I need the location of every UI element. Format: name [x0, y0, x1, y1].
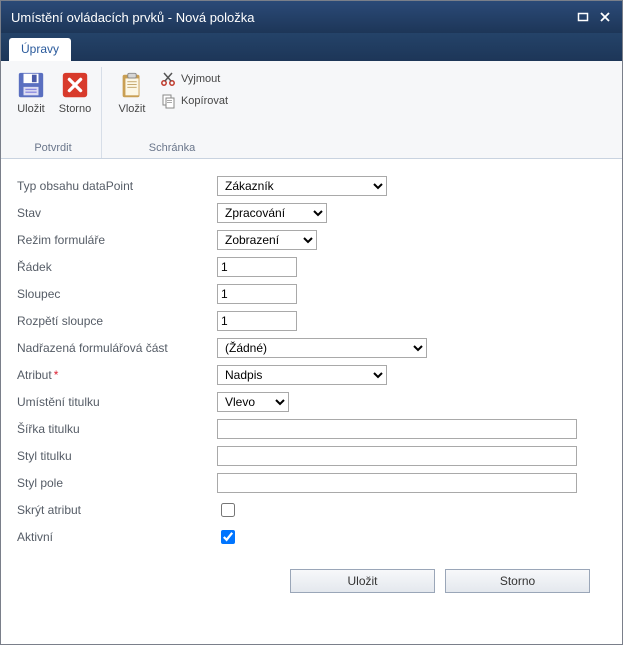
label-row: Řádek — [17, 260, 217, 274]
row-caption-pos: Umístění titulku Vlevo — [17, 389, 606, 415]
copy-icon — [160, 93, 176, 109]
maximize-icon[interactable] — [576, 10, 590, 24]
input-row[interactable] — [217, 257, 297, 277]
row-active: Aktivní — [17, 524, 606, 550]
row-hide-attr: Skrýt atribut — [17, 497, 606, 523]
row-caption-style: Styl titulku — [17, 443, 606, 469]
row-attribute: Atribut* Nadpis — [17, 362, 606, 388]
ribbon-group-clipboard: Vložit Vyjmout — [102, 67, 242, 158]
select-attribute[interactable]: Nadpis — [217, 365, 387, 385]
input-column[interactable] — [217, 284, 297, 304]
ribbon: Uložit Storno Potvrdit — [1, 61, 622, 159]
copy-button-label: Kopírovat — [181, 95, 228, 107]
label-datapoint-type: Typ obsahu dataPoint — [17, 179, 217, 193]
row-field-style: Styl pole — [17, 470, 606, 496]
select-form-mode[interactable]: Zobrazení — [217, 230, 317, 250]
label-state: Stav — [17, 206, 217, 220]
button-row: Uložit Storno — [17, 551, 606, 611]
cut-icon — [160, 71, 176, 87]
ribbon-group-confirm-label: Potvrdit — [11, 139, 95, 156]
required-marker: * — [54, 368, 59, 382]
label-active: Aktivní — [17, 530, 217, 544]
label-caption-pos: Umístění titulku — [17, 395, 217, 409]
row-parent-part: Nadřazená formulářová část (Žádné) — [17, 335, 606, 361]
cancel-button-label: Storno — [59, 103, 91, 115]
save-button-label: Uložit — [17, 103, 45, 115]
copy-button[interactable]: Kopírovat — [156, 91, 232, 111]
row-column: Sloupec — [17, 281, 606, 307]
label-attribute: Atribut* — [17, 368, 217, 382]
row-caption-width: Šířka titulku — [17, 416, 606, 442]
checkbox-active[interactable] — [221, 530, 235, 544]
cut-button-label: Vyjmout — [181, 73, 220, 85]
input-field-style[interactable] — [217, 473, 577, 493]
row-state: Stav Zpracování — [17, 200, 606, 226]
row-row: Řádek — [17, 254, 606, 280]
form-area: Typ obsahu dataPoint Zákazník Stav Zprac… — [1, 159, 622, 644]
form-save-button[interactable]: Uložit — [290, 569, 435, 593]
select-parent-part[interactable]: (Žádné) — [217, 338, 427, 358]
row-datapoint-type: Typ obsahu dataPoint Zákazník — [17, 173, 606, 199]
cancel-icon — [59, 69, 91, 101]
tabstrip: Úpravy — [1, 33, 622, 61]
label-field-style: Styl pole — [17, 476, 217, 490]
save-button[interactable]: Uložit — [11, 67, 51, 117]
paste-button[interactable]: Vložit — [112, 67, 152, 117]
select-caption-pos[interactable]: Vlevo — [217, 392, 289, 412]
label-caption-style: Styl titulku — [17, 449, 217, 463]
input-colspan[interactable] — [217, 311, 297, 331]
row-colspan: Rozpětí sloupce — [17, 308, 606, 334]
input-caption-style[interactable] — [217, 446, 577, 466]
ribbon-group-confirm: Uložit Storno Potvrdit — [5, 67, 102, 158]
save-icon — [15, 69, 47, 101]
label-column: Sloupec — [17, 287, 217, 301]
label-hide-attr: Skrýt atribut — [17, 503, 217, 517]
dialog-window: Umístění ovládacích prvků - Nová položka… — [0, 0, 623, 645]
close-icon[interactable] — [598, 10, 612, 24]
label-form-mode: Režim formuláře — [17, 233, 217, 247]
form-cancel-button[interactable]: Storno — [445, 569, 590, 593]
label-parent-part: Nadřazená formulářová část — [17, 341, 217, 355]
window-title: Umístění ovládacích prvků - Nová položka — [11, 10, 576, 25]
paste-icon — [116, 69, 148, 101]
titlebar: Umístění ovládacích prvků - Nová položka — [1, 1, 622, 33]
label-colspan: Rozpětí sloupce — [17, 314, 217, 328]
paste-button-label: Vložit — [119, 103, 146, 115]
ribbon-group-clipboard-label: Schránka — [108, 139, 236, 156]
input-caption-width[interactable] — [217, 419, 577, 439]
select-datapoint-type[interactable]: Zákazník — [217, 176, 387, 196]
titlebar-controls — [576, 10, 612, 24]
label-caption-width: Šířka titulku — [17, 422, 217, 436]
tab-edit[interactable]: Úpravy — [9, 38, 71, 61]
cancel-button[interactable]: Storno — [55, 67, 95, 117]
row-form-mode: Režim formuláře Zobrazení — [17, 227, 606, 253]
cut-button[interactable]: Vyjmout — [156, 69, 232, 89]
select-state[interactable]: Zpracování — [217, 203, 327, 223]
checkbox-hide-attr[interactable] — [221, 503, 235, 517]
